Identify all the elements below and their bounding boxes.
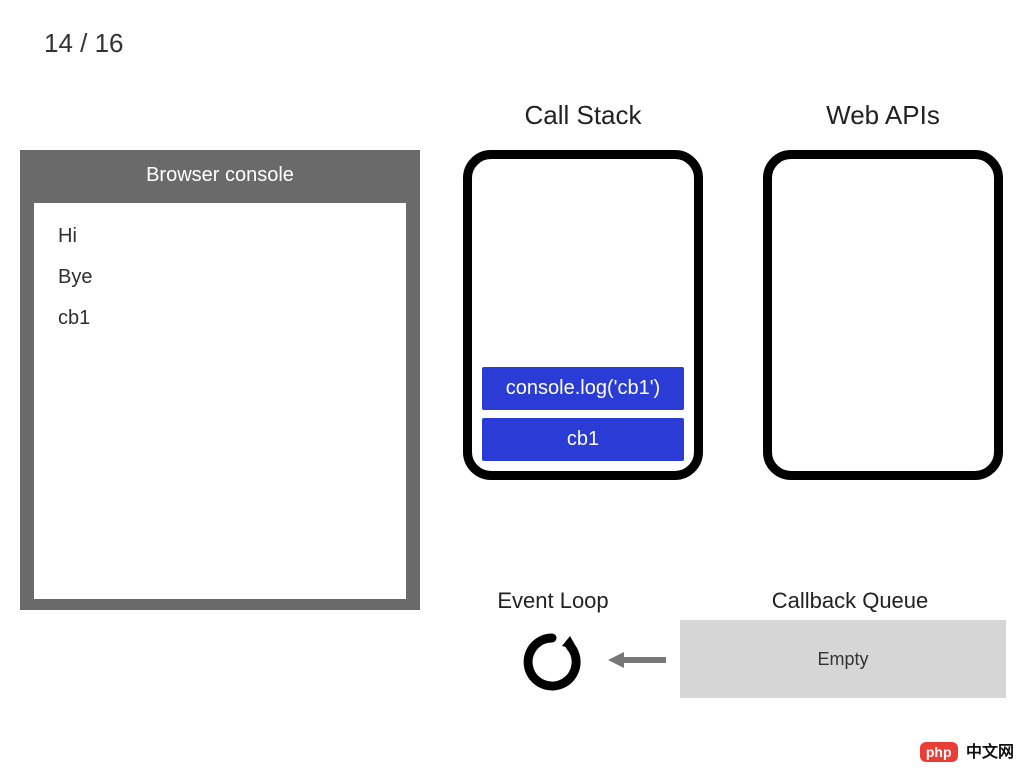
callback-queue-content: Empty bbox=[817, 649, 868, 670]
console-line: Hi bbox=[58, 225, 382, 248]
call-stack-title: Call Stack bbox=[463, 100, 703, 131]
watermark-text: 中文网 bbox=[966, 744, 1014, 761]
browser-console-title: Browser console bbox=[20, 150, 420, 203]
event-loop-title: Event Loop bbox=[463, 588, 643, 614]
callback-queue-box: Empty bbox=[680, 620, 1006, 698]
callback-queue-title: Callback Queue bbox=[720, 588, 980, 614]
web-apis-panel bbox=[763, 150, 1003, 480]
event-loop-icon bbox=[522, 632, 582, 692]
slide-counter: 14 / 16 bbox=[44, 28, 124, 59]
arrow-left-icon bbox=[608, 650, 668, 670]
watermark: php 中文网 bbox=[920, 738, 1014, 762]
watermark-badge: php bbox=[920, 742, 958, 762]
console-line: cb1 bbox=[58, 307, 382, 330]
browser-console-panel: Browser console Hi Bye cb1 bbox=[20, 150, 420, 610]
console-line: Bye bbox=[58, 266, 382, 289]
browser-console-body: Hi Bye cb1 bbox=[34, 203, 406, 599]
stack-frame: console.log('cb1') bbox=[482, 367, 684, 410]
call-stack-panel: console.log('cb1') cb1 bbox=[463, 150, 703, 480]
web-apis-title: Web APIs bbox=[763, 100, 1003, 131]
stack-frame: cb1 bbox=[482, 418, 684, 461]
